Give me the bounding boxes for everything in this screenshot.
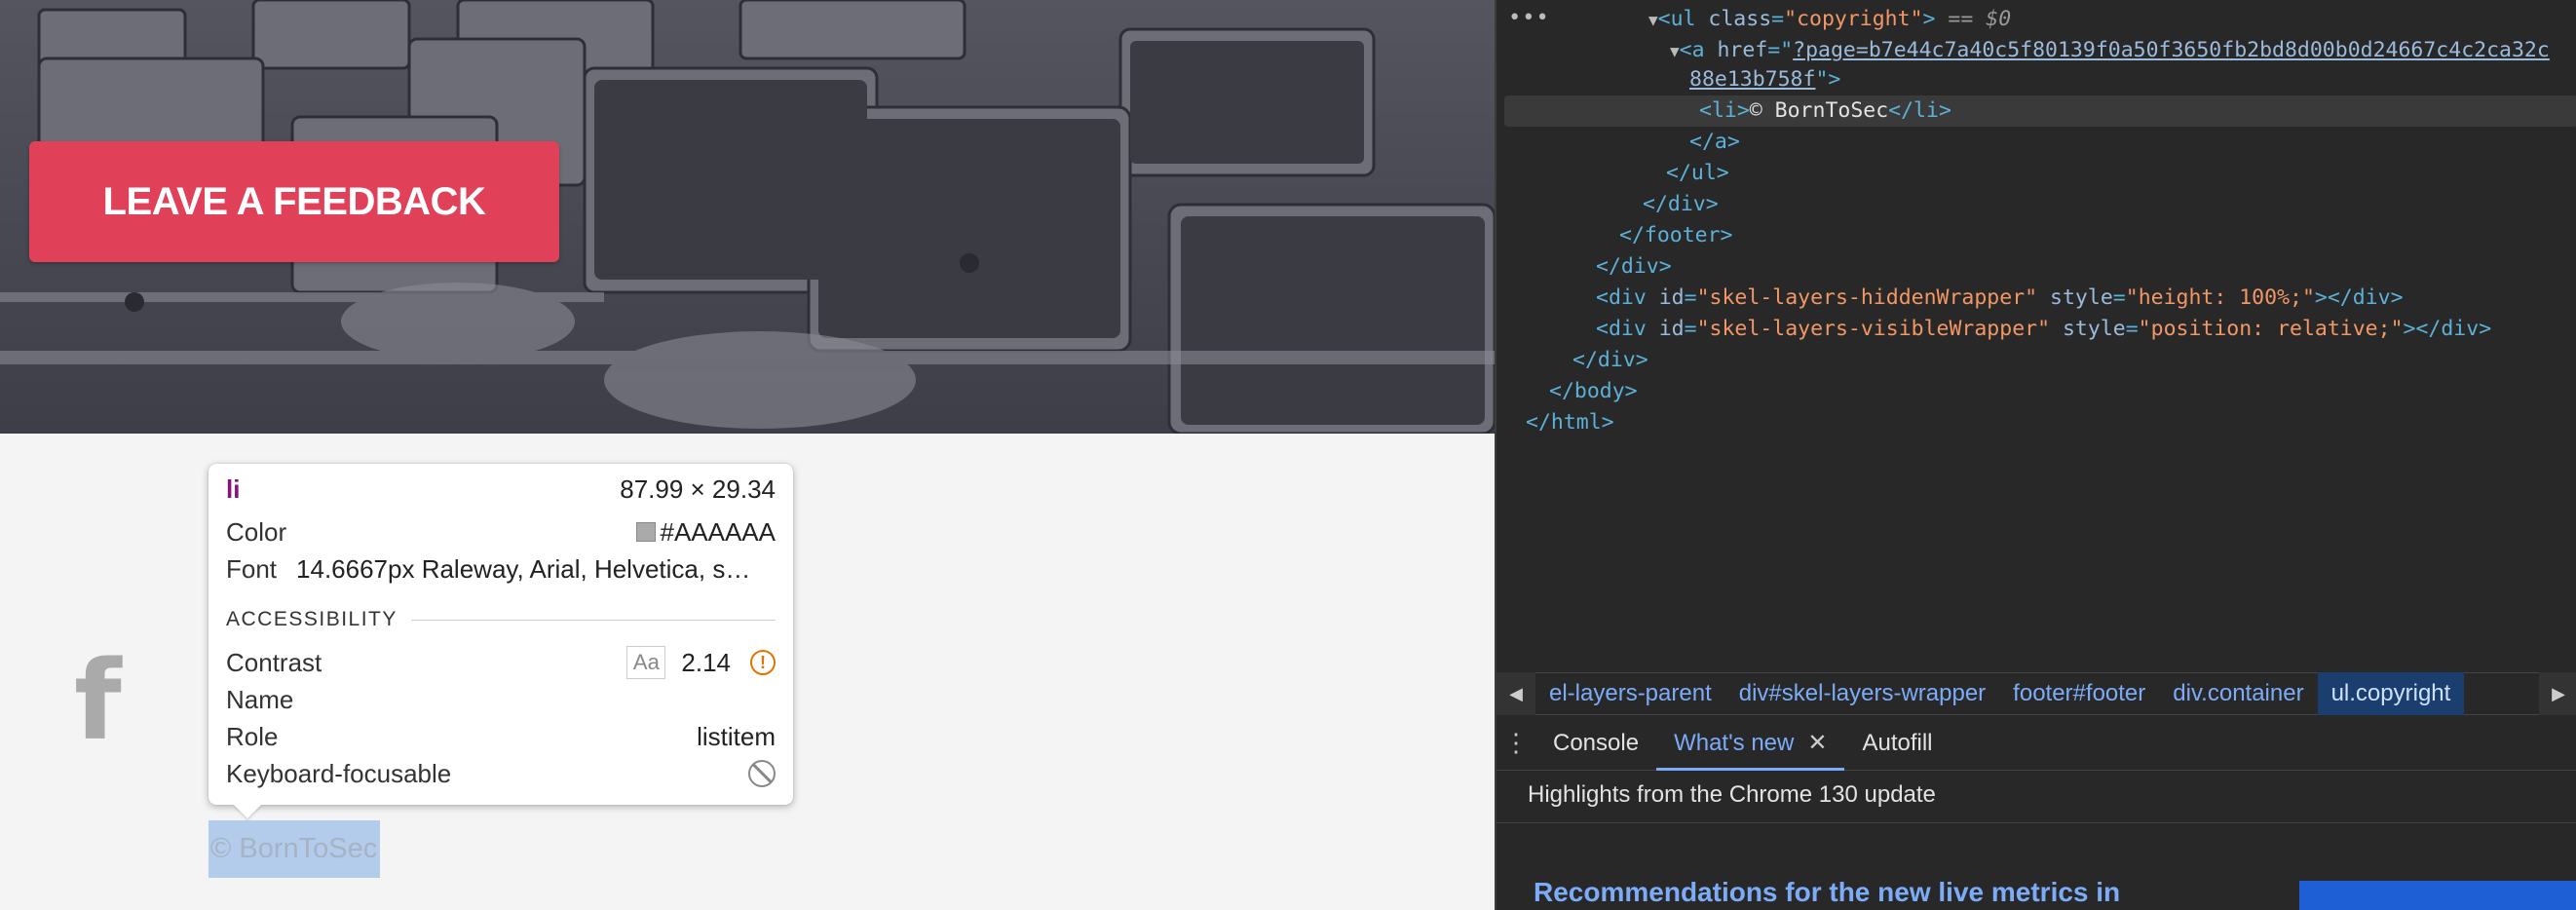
section-divider <box>410 619 776 621</box>
tooltip-dimensions: 87.99 × 29.34 <box>620 474 776 504</box>
tooltip-color-row: Color #AAAAAA <box>226 512 776 551</box>
breadcrumb-item[interactable]: div#skel-layers-wrapper <box>1725 672 1999 715</box>
color-swatch-icon <box>636 522 657 542</box>
breadcrumb-scroll-right-icon[interactable]: ▶ <box>2539 672 2576 715</box>
tab-console[interactable]: Console <box>1535 716 1656 771</box>
whats-new-headline[interactable]: Recommendations for the new live metrics… <box>1534 877 2120 908</box>
breadcrumb-scroll-left-icon[interactable]: ◀ <box>1496 672 1535 715</box>
tooltip-font-label: Font <box>226 553 278 584</box>
tab-autofill[interactable]: Autofill <box>1844 716 1950 771</box>
expand-triangle-icon[interactable]: ▼ <box>1670 42 1680 60</box>
contrast-sample-icon: Aa <box>626 646 666 679</box>
dom-close-ul[interactable]: </ul> <box>1666 158 1729 189</box>
selected-marker: == $0 <box>1948 7 2012 31</box>
warning-icon: ! <box>750 650 776 675</box>
breadcrumb: ◀ el-layers-parent div#skel-layers-wrapp… <box>1496 672 2576 715</box>
tooltip-contrast-value: 2.14 <box>681 647 731 677</box>
breadcrumb-item[interactable]: footer#footer <box>1999 672 2159 715</box>
website-viewport: LEAVE A FEEDBACK f © BornToSec li 87.99 … <box>0 0 1495 910</box>
close-icon[interactable]: ✕ <box>1807 730 1827 756</box>
drawer-menu-icon[interactable]: ⋮ <box>1496 728 1535 758</box>
tooltip-role-label: Role <box>226 721 279 751</box>
dom-close-body[interactable]: </body> <box>1549 376 1638 407</box>
accessibility-section-header: ACCESSIBILITY <box>226 600 776 639</box>
dom-node-a[interactable]: ▼<a href="?page=b7e44c7a40c5f80139f0a50f… <box>1670 35 2550 66</box>
tab-whats-new[interactable]: What's new ✕ <box>1656 716 1845 771</box>
tooltip-name-label: Name <box>226 684 294 714</box>
dom-close-div[interactable]: </div> <box>1643 189 1719 220</box>
more-options-icon[interactable]: ••• <box>1508 6 1550 30</box>
dom-node-li-selected[interactable]: <li>© BornToSec</li> <box>1504 95 2576 127</box>
tooltip-color-label: Color <box>226 516 287 547</box>
tooltip-contrast-label: Contrast <box>226 647 322 677</box>
tooltip-color-value: #AAAAAA <box>660 516 776 547</box>
copyright-text: © BornToSec <box>208 820 380 878</box>
hero-banner: LEAVE A FEEDBACK <box>0 0 1495 434</box>
breadcrumb-item-active[interactable]: ul.copyright <box>2317 672 2465 715</box>
tooltip-role-row: Role listitem <box>226 717 776 756</box>
divider <box>1496 822 2576 823</box>
dom-close-html[interactable]: </html> <box>1526 407 1614 438</box>
dom-close-footer[interactable]: </footer> <box>1619 220 1733 251</box>
dom-close-a[interactable]: </a> <box>1689 127 1740 158</box>
breadcrumb-item[interactable]: el-layers-parent <box>1535 672 1725 715</box>
dom-node-ul[interactable]: ▼<ul class="copyright"> == $0 <box>1648 4 2011 35</box>
elements-dom-tree: ••• ▼<ul class="copyright"> == $0 ▼<a hr… <box>1496 0 2576 672</box>
breadcrumb-item[interactable]: div.container <box>2159 672 2317 715</box>
tooltip-role-value: listitem <box>697 721 776 751</box>
dom-close-div-3[interactable]: </div> <box>1572 345 1648 376</box>
dom-node-hidden-wrapper[interactable]: <div id="skel-layers-hiddenWrapper" styl… <box>1596 283 2404 314</box>
whats-new-thumbnail <box>2299 881 2576 910</box>
dom-href-link-cont[interactable]: 88e13b758f <box>1689 67 1815 92</box>
inspect-tooltip: li 87.99 × 29.34 Color #AAAAAA Font 14.6… <box>208 464 793 818</box>
dom-href-link[interactable]: ?page=b7e44c7a40c5f80139f0a50f3650fb2bd8… <box>1793 38 2550 62</box>
expand-triangle-icon[interactable]: ▼ <box>1648 11 1658 29</box>
accessibility-title: ACCESSIBILITY <box>226 608 398 630</box>
tooltip-pointer <box>234 805 261 818</box>
facebook-icon[interactable]: f <box>74 647 122 756</box>
drawer-tab-bar: ⋮ Console What's new ✕ Autofill <box>1496 716 2576 771</box>
devtools-panel: ••• ▼<ul class="copyright"> == $0 ▼<a hr… <box>1495 0 2576 910</box>
tooltip-tag-name: li <box>226 474 241 504</box>
not-focusable-icon <box>748 760 776 787</box>
tooltip-element-row: li 87.99 × 29.34 <box>226 470 776 509</box>
whats-new-panel: Highlights from the Chrome 130 update Re… <box>1496 772 2576 910</box>
tooltip-font-value: 14.6667px Raleway, Arial, Helvetica, s… <box>296 553 751 584</box>
dom-node-a-cont[interactable]: 88e13b758f"> <box>1689 64 1840 95</box>
dom-close-div-2[interactable]: </div> <box>1596 251 1672 283</box>
tooltip-keyboard-row: Keyboard-focusable <box>226 754 776 793</box>
tooltip-contrast-row: Contrast Aa 2.14 ! <box>226 643 776 682</box>
tooltip-keyboard-label: Keyboard-focusable <box>226 758 452 788</box>
tooltip-name-row: Name <box>226 680 776 719</box>
leave-feedback-button[interactable]: LEAVE A FEEDBACK <box>29 141 559 262</box>
dom-node-visible-wrapper[interactable]: <div id="skel-layers-visibleWrapper" sty… <box>1596 314 2491 345</box>
tooltip-font-row: Font 14.6667px Raleway, Arial, Helvetica… <box>226 550 776 588</box>
whats-new-title: Highlights from the Chrome 130 update <box>1528 781 1936 808</box>
screen: LEAVE A FEEDBACK f © BornToSec li 87.99 … <box>0 0 2576 910</box>
dom-li-text: © BornToSec <box>1749 98 1889 123</box>
